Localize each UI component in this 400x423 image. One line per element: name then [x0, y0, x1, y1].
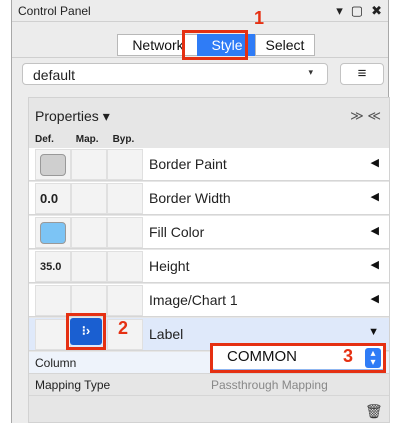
- window-title: Control Panel: [18, 4, 91, 18]
- collapse-expand-icons[interactable]: ≫ ≪: [350, 108, 381, 124]
- tab-select[interactable]: Select: [255, 34, 315, 56]
- mapping-type-row: Mapping Type Passthrough Mapping: [29, 374, 389, 396]
- mapping-type-value[interactable]: Passthrough Mapping: [211, 378, 328, 392]
- expand-left-icon[interactable]: ◀: [371, 258, 379, 271]
- style-dropdown[interactable]: default ▾: [22, 63, 328, 85]
- callout-number-1: 1: [254, 8, 265, 28]
- default-cell[interactable]: [35, 285, 71, 316]
- callout-number-3: 3: [343, 346, 354, 366]
- dropdown-icon[interactable]: ▾: [336, 3, 343, 19]
- expand-left-icon[interactable]: ◀: [371, 224, 379, 237]
- default-cell[interactable]: 0.0: [35, 183, 71, 214]
- callout-number-2: 2: [118, 318, 129, 338]
- bypass-cell[interactable]: [107, 285, 143, 316]
- chevron-down-icon: ▾: [308, 67, 313, 77]
- default-value: 35.0: [40, 261, 62, 273]
- bypass-cell[interactable]: [107, 217, 143, 248]
- default-cell[interactable]: 35.0: [35, 251, 71, 282]
- title-bar: Control Panel ▾ ▢ ✖: [12, 0, 388, 22]
- default-cell[interactable]: [35, 149, 71, 180]
- property-name: Fill Color: [149, 224, 205, 240]
- bypass-cell[interactable]: [107, 183, 143, 214]
- expand-left-icon[interactable]: ◀: [371, 156, 379, 169]
- bypass-cell[interactable]: [107, 149, 143, 180]
- callout-box-1: [182, 30, 248, 60]
- properties-header[interactable]: Properties ▾: [35, 108, 110, 125]
- expand-left-icon[interactable]: ◀: [371, 292, 379, 305]
- callout-box-3: [210, 343, 386, 373]
- mapping-cell[interactable]: [71, 251, 107, 282]
- style-dropdown-value: default: [33, 67, 76, 83]
- property-name: Border Width: [149, 190, 231, 206]
- mapping-type-label: Mapping Type: [35, 378, 111, 392]
- property-name: Border Paint: [149, 156, 227, 172]
- mapping-cell[interactable]: [71, 285, 107, 316]
- mapping-cell[interactable]: [71, 217, 107, 248]
- column-label: Column: [35, 356, 77, 370]
- border-paint-swatch: [40, 154, 66, 176]
- property-row[interactable]: Fill Color ◀: [29, 216, 389, 249]
- trash-icon[interactable]: 🗑: [365, 403, 383, 420]
- default-cell[interactable]: [35, 217, 71, 248]
- options-menu-button[interactable]: ≡: [340, 63, 384, 85]
- property-name: Image/Chart 1: [149, 292, 238, 308]
- expand-left-icon[interactable]: ◀: [371, 190, 379, 203]
- callout-box-2: [66, 313, 106, 350]
- property-name: Label: [149, 326, 184, 342]
- collapse-down-icon[interactable]: ▼: [368, 326, 379, 338]
- mapping-cell[interactable]: [71, 149, 107, 180]
- col-byp: Byp.: [112, 134, 135, 145]
- close-icon[interactable]: ✖: [371, 3, 382, 19]
- window-controls: ▾ ▢ ✖: [336, 3, 382, 19]
- properties-panel: Properties ▾ ≫ ≪ Def. Map. Byp. Border P…: [28, 97, 390, 423]
- property-row[interactable]: 35.0 Height ◀: [29, 250, 389, 283]
- fill-color-swatch: [40, 222, 66, 244]
- col-def: Def.: [35, 134, 54, 145]
- column-headers: Def. Map. Byp.: [35, 134, 134, 145]
- property-row[interactable]: Border Paint ◀: [29, 148, 389, 181]
- default-value: 0.0: [40, 191, 59, 206]
- col-map: Map.: [75, 134, 99, 145]
- mapping-cell[interactable]: [71, 183, 107, 214]
- property-row[interactable]: 0.0 Border Width ◀: [29, 182, 389, 215]
- property-name: Height: [149, 258, 190, 274]
- bypass-cell[interactable]: [107, 251, 143, 282]
- maximize-icon[interactable]: ▢: [351, 3, 363, 19]
